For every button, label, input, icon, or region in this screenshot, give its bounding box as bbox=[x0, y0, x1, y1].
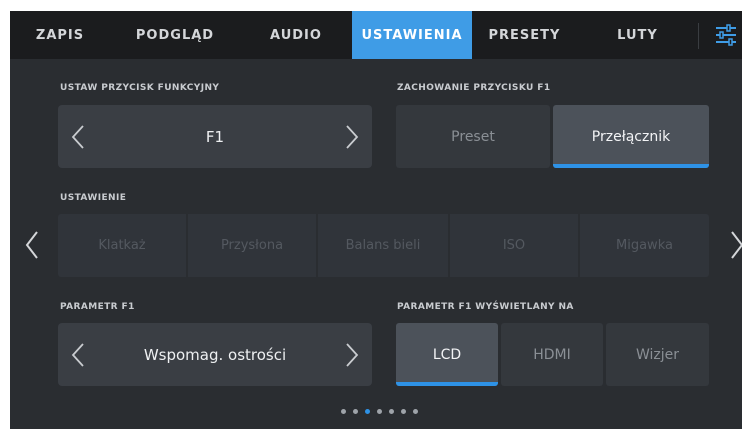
page-prev-icon[interactable] bbox=[20, 225, 44, 265]
page-dot[interactable] bbox=[341, 409, 346, 414]
function-button-value: F1 bbox=[205, 127, 225, 146]
function-button-stepper: F1 bbox=[58, 105, 372, 168]
page-next-icon[interactable] bbox=[725, 225, 742, 265]
chevron-right-icon[interactable] bbox=[332, 323, 372, 386]
tab-luty[interactable]: LUTY bbox=[577, 11, 698, 59]
preset-option-label: Preset bbox=[451, 128, 495, 145]
output-option-viewfinder-label: Wizjer bbox=[635, 346, 680, 363]
function-button-label: USTAW PRZYCISK FUNKCYJNY bbox=[60, 83, 220, 93]
tab-presety[interactable]: PRESETY bbox=[472, 11, 577, 59]
page-dot[interactable] bbox=[401, 409, 406, 414]
toggle-option[interactable]: Przełącznik bbox=[553, 105, 709, 168]
selected-indicator bbox=[553, 164, 709, 168]
chevron-right-icon[interactable] bbox=[332, 105, 372, 168]
tab-ustawienia[interactable]: USTAWIENIA bbox=[352, 11, 472, 59]
tab-divider bbox=[698, 23, 699, 49]
button-behavior-label: ZACHOWANIE PRZYCISKU F1 bbox=[397, 83, 551, 93]
tab-bar: ZAPIS PODGLĄD AUDIO USTAWIENIA PRESETY L… bbox=[10, 11, 742, 59]
page-dot[interactable] bbox=[413, 409, 418, 414]
selected-indicator bbox=[396, 382, 498, 386]
tab-audio[interactable]: AUDIO bbox=[240, 11, 352, 59]
preset-option[interactable]: Preset bbox=[396, 105, 550, 168]
setting-label: USTAWIENIE bbox=[60, 193, 127, 203]
output-option-hdmi[interactable]: HDMI bbox=[501, 323, 603, 386]
chevron-left-icon[interactable] bbox=[58, 323, 98, 386]
output-option-lcd[interactable]: LCD bbox=[396, 323, 498, 386]
setting-option-shutter[interactable]: Migawka bbox=[580, 214, 709, 277]
parameter-stepper: Wspomag. ostrości bbox=[58, 323, 372, 386]
output-option-hdmi-label: HDMI bbox=[533, 346, 571, 363]
chevron-left-icon[interactable] bbox=[58, 105, 98, 168]
parameter-value: Wspomag. ostrości bbox=[143, 345, 287, 364]
sliders-icon[interactable] bbox=[715, 23, 737, 47]
parameter-label: PARAMETR F1 bbox=[60, 302, 135, 312]
page-dot[interactable] bbox=[377, 409, 382, 414]
page-dot-active[interactable] bbox=[365, 409, 370, 414]
toggle-option-label: Przełącznik bbox=[591, 128, 671, 145]
displayed-on-label: PARAMETR F1 WYŚWIETLANY NA bbox=[397, 302, 574, 312]
setting-option-iso[interactable]: ISO bbox=[450, 214, 578, 277]
page-dot[interactable] bbox=[389, 409, 394, 414]
output-option-viewfinder[interactable]: Wizjer bbox=[606, 323, 709, 386]
page-dot[interactable] bbox=[353, 409, 358, 414]
tab-zapis[interactable]: ZAPIS bbox=[10, 11, 110, 59]
output-option-lcd-label: LCD bbox=[432, 346, 462, 363]
setting-option-frame-rate[interactable]: Klatkaż bbox=[58, 214, 186, 277]
setting-option-iris[interactable]: Przysłona bbox=[188, 214, 316, 277]
camera-settings-screen: ZAPIS PODGLĄD AUDIO USTAWIENIA PRESETY L… bbox=[10, 11, 742, 429]
tab-podglad[interactable]: PODGLĄD bbox=[110, 11, 240, 59]
setting-option-white-balance[interactable]: Balans bieli bbox=[318, 214, 448, 277]
